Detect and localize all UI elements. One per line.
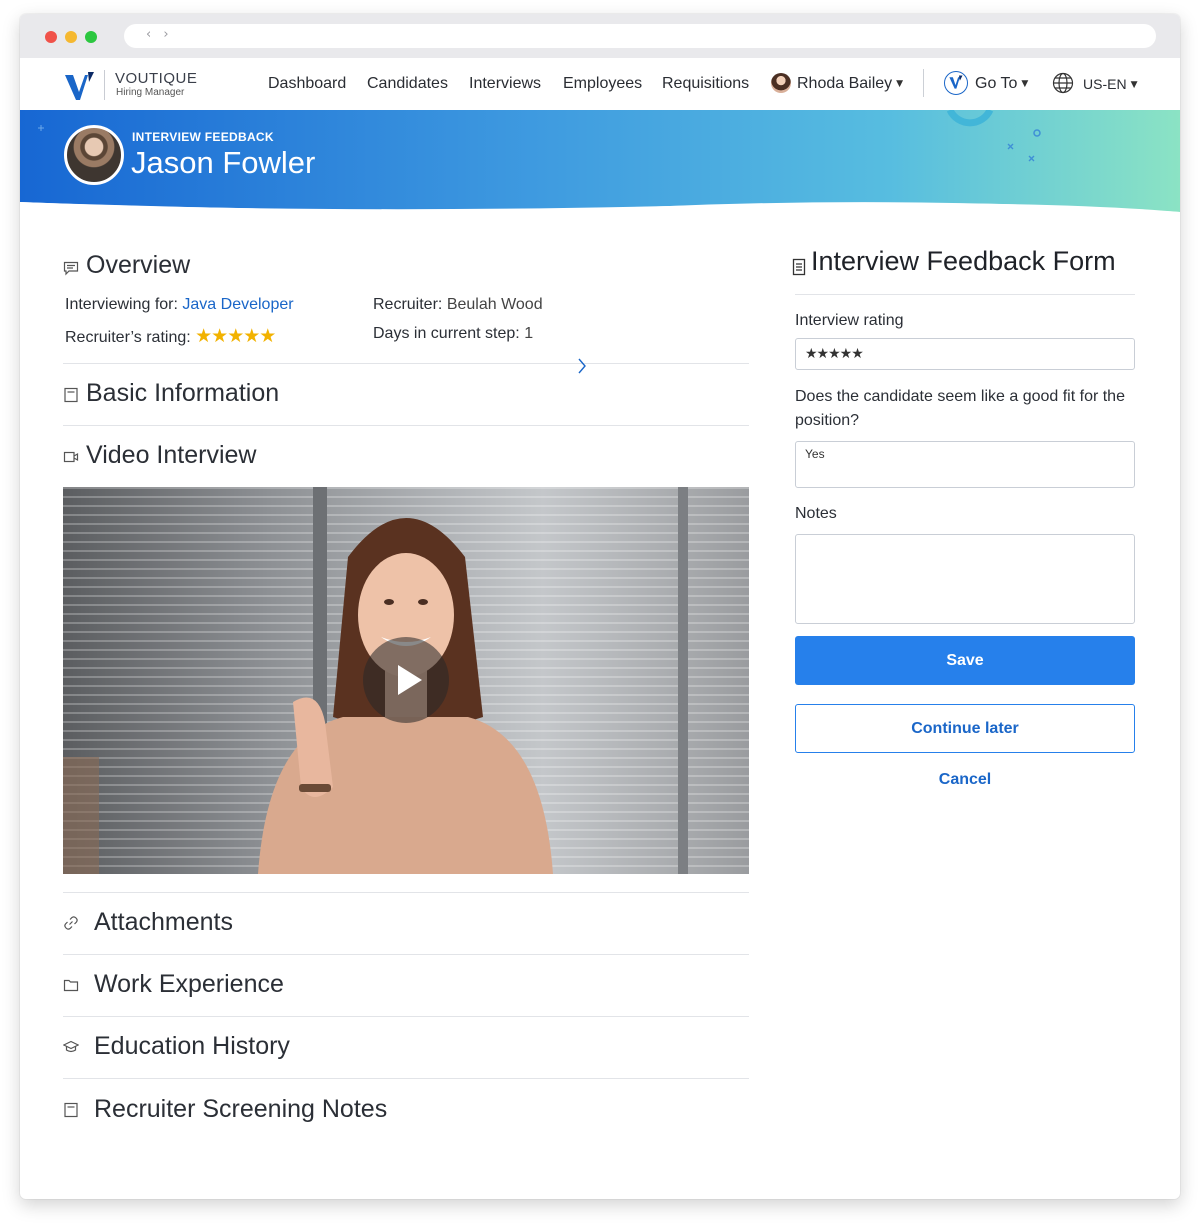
hero-kicker: INTERVIEW FEEDBACK <box>132 130 274 144</box>
cancel-button[interactable]: Cancel <box>795 771 1135 789</box>
fit-answer-value: Yes <box>805 447 825 461</box>
divider <box>63 363 749 364</box>
video-camera-icon <box>63 451 79 463</box>
form-document-icon <box>792 258 806 276</box>
logo-divider <box>104 70 105 100</box>
candidate-avatar <box>64 125 124 185</box>
days-label: Days in current step: <box>373 325 520 342</box>
caret-down-icon: ▼ <box>896 79 904 89</box>
document-icon <box>64 387 78 403</box>
interviewing-for-label: Interviewing for: <box>65 296 178 313</box>
close-window-button[interactable] <box>45 31 57 43</box>
folder-icon <box>63 979 79 992</box>
nav-candidates[interactable]: Candidates <box>367 75 448 93</box>
notes-textarea[interactable] <box>795 534 1135 624</box>
voutique-logo-icon[interactable] <box>62 68 96 102</box>
video-interview-heading: Video Interview <box>86 441 257 469</box>
basic-information-heading[interactable]: Basic Information <box>86 379 279 408</box>
divider <box>63 425 749 426</box>
goto-menu[interactable]: Go To ▼ <box>975 75 1028 93</box>
graduation-cap-icon <box>63 1040 79 1053</box>
goto-label: Go To <box>975 75 1018 92</box>
hero-banner: INTERVIEW FEEDBACK Jason Fowler <box>20 110 1180 220</box>
candidate-name: Jason Fowler <box>131 145 316 180</box>
maximize-window-button[interactable] <box>85 31 97 43</box>
address-bar[interactable]: ‹ › <box>124 24 1156 48</box>
top-navigation: VOUTIQUE Hiring Manager Dashboard Candid… <box>20 58 1180 110</box>
rating-label: Interview rating <box>795 312 904 329</box>
nav-interviews[interactable]: Interviews <box>469 75 541 93</box>
fit-answer-field[interactable]: Yes <box>795 441 1135 488</box>
minimize-window-button[interactable] <box>65 31 77 43</box>
overview-heading: Overview <box>86 251 191 279</box>
recruiter-rating: Recruiter’s rating: ★★★★★ <box>65 325 276 347</box>
user-avatar[interactable] <box>771 73 791 93</box>
notes-icon <box>64 1102 78 1118</box>
recruiter: Recruiter: Beulah Wood <box>373 296 543 314</box>
nav-dashboard[interactable]: Dashboard <box>268 75 346 93</box>
goto-logo-icon[interactable] <box>944 71 968 95</box>
back-forward-icon[interactable]: ‹ › <box>146 27 173 42</box>
nav-employees[interactable]: Employees <box>563 75 642 93</box>
user-menu[interactable]: Rhoda Bailey ▼ <box>797 75 903 93</box>
browser-toolbar: ‹ › <box>20 14 1180 58</box>
locale-label: US-EN <box>1083 76 1127 92</box>
recruiter-label: Recruiter: <box>373 296 443 313</box>
recruiter-rating-label: Recruiter’s rating: <box>65 329 191 346</box>
recruiter-rating-stars: ★★★★★ <box>195 325 276 347</box>
rating-stars[interactable]: ★★★★★ <box>805 346 864 362</box>
user-name: Rhoda Bailey <box>797 75 893 92</box>
play-icon <box>398 665 422 695</box>
caret-down-icon: ▼ <box>1130 80 1138 90</box>
divider <box>63 892 749 893</box>
brand-subtitle: Hiring Manager <box>116 87 185 98</box>
save-button[interactable]: Save <box>795 636 1135 685</box>
work-experience-heading[interactable]: Work Experience <box>94 970 284 999</box>
divider <box>63 954 749 955</box>
job-link[interactable]: Java Developer <box>182 296 293 313</box>
video-player[interactable] <box>63 487 749 874</box>
nav-requisitions[interactable]: Requisitions <box>662 75 749 93</box>
caret-down-icon: ▼ <box>1021 79 1029 89</box>
divider <box>63 1078 749 1079</box>
locale-menu[interactable]: US-EN ▼ <box>1083 76 1137 92</box>
chevron-right-icon[interactable] <box>575 356 589 376</box>
play-button[interactable] <box>363 637 449 723</box>
days-in-step: Days in current step: 1 <box>373 325 533 343</box>
recruiter-value: Beulah Wood <box>446 296 543 313</box>
days-value: 1 <box>524 325 534 342</box>
comment-icon <box>63 261 79 276</box>
brand-name: VOUTIQUE <box>115 70 198 87</box>
nav-divider <box>923 69 924 97</box>
screening-notes-heading[interactable]: Recruiter Screening Notes <box>94 1095 387 1124</box>
divider <box>795 294 1135 295</box>
globe-icon[interactable] <box>1052 72 1074 94</box>
continue-later-button[interactable]: Continue later <box>795 704 1135 753</box>
link-icon <box>64 916 78 930</box>
fit-question: Does the candidate seem like a good fit … <box>795 388 1125 429</box>
education-history-heading[interactable]: Education History <box>94 1032 290 1061</box>
browser-window: ‹ › VOUTIQUE Hiring Manager Dashboard Ca… <box>20 14 1180 1199</box>
interviewing-for: Interviewing for: Java Developer <box>65 296 294 314</box>
divider <box>63 1016 749 1017</box>
rating-field[interactable]: ★★★★★ <box>795 338 1135 370</box>
feedback-form-title: Interview Feedback Form <box>811 246 1116 276</box>
attachments-heading[interactable]: Attachments <box>94 908 233 937</box>
notes-label: Notes <box>795 505 837 522</box>
